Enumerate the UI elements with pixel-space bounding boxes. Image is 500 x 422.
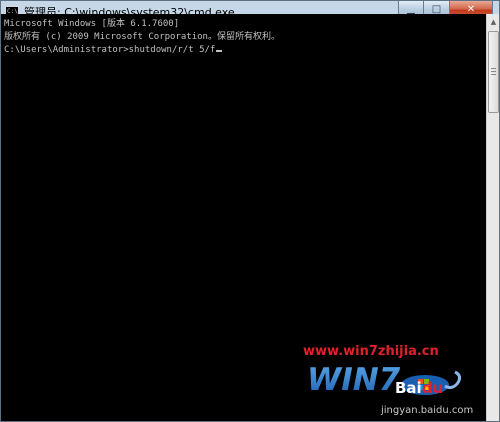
cmd-window: C:\ 管理员: C:\windows\system32\cmd.exe ▁ □… bbox=[0, 0, 500, 422]
watermark-win7-logo: WIN7 bbox=[307, 362, 462, 396]
console-line-copyright: 版权所有 (c) 2009 Microsoft Corporation。保留所有… bbox=[4, 32, 280, 42]
watermark-baidu-du: du bbox=[421, 379, 444, 397]
watermark-jingyan: jingyan.baidu.com bbox=[381, 405, 474, 416]
watermark-baidu: Baidu bbox=[395, 379, 443, 397]
thumb-grip-line bbox=[491, 74, 496, 75]
scroll-up-icon: ▲ bbox=[490, 18, 497, 26]
console-command: C:\Users\Administrator>shutdown/r/t 5/f bbox=[4, 45, 216, 55]
thumb-grip-line bbox=[491, 71, 496, 72]
watermark-baidu-bai: Bai bbox=[395, 379, 422, 397]
watermark-site-url: www.win7zhijia.cn bbox=[303, 344, 439, 359]
scroll-up-button[interactable]: ▲ bbox=[487, 14, 499, 30]
console-line-version: Microsoft Windows [版本 6.1.7600] bbox=[4, 19, 180, 29]
console-prompt-line[interactable]: C:\Users\Administrator>shutdown/r/t 5/f bbox=[4, 44, 486, 57]
scroll-thumb[interactable] bbox=[488, 31, 499, 113]
vertical-scrollbar[interactable]: ▲ bbox=[486, 14, 499, 421]
text-cursor bbox=[216, 50, 223, 52]
console-output[interactable]: Microsoft Windows [版本 6.1.7600] 版权所有 (c)… bbox=[1, 14, 486, 421]
thumb-grip-line bbox=[491, 68, 496, 69]
watermark-logo-text: WIN7 bbox=[307, 362, 401, 396]
